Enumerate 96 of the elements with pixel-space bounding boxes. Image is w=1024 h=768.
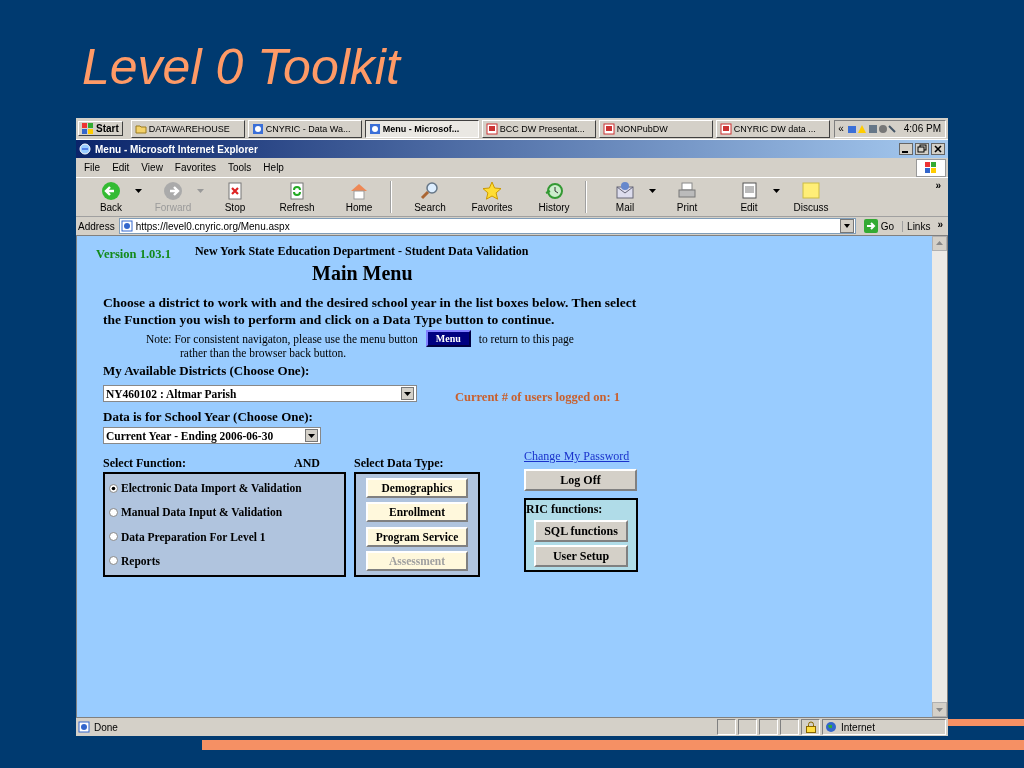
page-header: New York State Education Department - Student Data Validation <box>194 244 529 259</box>
field-label: Data is for School Year (Choose One): <box>103 409 314 425</box>
radio-option[interactable]: Data Preparation For Level 1 <box>109 530 340 543</box>
toolbar-button[interactable]: Refresh <box>266 181 328 213</box>
restore-icon[interactable] <box>915 143 929 155</box>
page-icon <box>120 220 133 232</box>
menu-item[interactable]: Edit <box>106 162 136 173</box>
dropdown-arrow-icon[interactable] <box>773 189 780 193</box>
toolbar-button[interactable]: Mail <box>594 181 656 213</box>
slides-icon <box>602 122 615 135</box>
toolbar-button[interactable]: Back <box>80 181 142 213</box>
more-button[interactable]: » <box>934 219 946 230</box>
taskbar-button[interactable]: CNYRIC - Data Wa... <box>247 119 362 138</box>
globe-icon <box>825 721 837 733</box>
toolbar-button[interactable]: Stop <box>204 181 266 213</box>
taskbar-button[interactable]: DATAWAREHOUSE <box>130 119 245 138</box>
dropdown-field[interactable]: NY460102 : Altmar Parish <box>103 385 417 402</box>
instructions: Choose a district to work with and the desired school year in the list boxes below. Then select the Function you wish to perform and click on a Data Type button to continue. <box>103 294 638 328</box>
document-icon <box>739 181 759 201</box>
section-label: Select Data Type: <box>354 456 445 470</box>
taskbar-button[interactable]: BCC DW Presentat... <box>481 119 596 138</box>
links-button[interactable]: Links <box>902 220 931 232</box>
slides-icon <box>485 122 498 135</box>
radio-option[interactable]: Manual Data Input & Validation <box>109 506 340 519</box>
section-label: Select Function: <box>103 456 186 470</box>
note-text: Note: For consistent navigaton, please use the menu button <box>146 332 418 345</box>
ric-button[interactable]: User Setup <box>534 545 628 567</box>
radio-button[interactable] <box>109 556 118 566</box>
taskbar-button[interactable]: NONPubDW <box>598 119 713 138</box>
radio-option[interactable]: Electronic Data Import & Validation <box>109 482 340 495</box>
start-button[interactable]: Start <box>78 121 123 136</box>
note-text: rather than the browser back button. <box>180 347 348 359</box>
radio-option[interactable]: Reports <box>109 554 340 567</box>
clock: 4:06 PM <box>903 123 941 134</box>
toolbar-button[interactable]: Edit <box>718 181 780 213</box>
windows-logo-icon <box>82 123 94 134</box>
taskbar-button[interactable]: Menu - Microsof... <box>364 119 479 138</box>
browser-icon <box>368 122 381 135</box>
menu-item[interactable]: Help <box>257 162 290 173</box>
home-icon <box>349 181 369 201</box>
radio-button[interactable] <box>109 532 118 542</box>
section-label: RIC functions: <box>526 502 603 517</box>
search-icon <box>420 181 440 201</box>
data-type-button[interactable]: Enrollment <box>366 502 468 523</box>
printer-icon <box>677 181 697 201</box>
tray-expand-button[interactable]: « <box>838 123 844 134</box>
refresh-icon <box>287 181 307 201</box>
folder-icon <box>134 122 147 135</box>
browser-icon <box>251 122 264 135</box>
menu-item[interactable]: View <box>135 162 169 173</box>
note-icon <box>801 181 821 201</box>
menu-item[interactable]: File <box>78 162 107 173</box>
stop-icon <box>225 181 245 201</box>
status-text: Done <box>94 721 118 733</box>
field-label: My Available Districts (Choose One): <box>103 363 311 379</box>
toolbar-button[interactable]: Search <box>399 181 461 213</box>
toolbar-button[interactable]: Favorites <box>461 181 523 213</box>
menu-item[interactable]: Tools <box>222 162 258 173</box>
ric-button[interactable]: SQL functions <box>534 520 628 542</box>
menu-item[interactable]: Favorites <box>168 162 222 173</box>
page-icon <box>78 721 90 733</box>
zone-label: Internet <box>841 721 875 733</box>
address-field[interactable]: https://level0.cnyric.org/Menu.aspx <box>118 218 856 234</box>
and-label: AND <box>294 456 320 470</box>
toolbar-button[interactable]: Home <box>328 181 391 213</box>
browser-icon <box>79 143 91 155</box>
data-type-button[interactable]: Program Service <box>366 526 468 547</box>
radio-button[interactable] <box>109 483 118 493</box>
radio-button[interactable] <box>109 507 118 517</box>
star-icon <box>482 181 502 201</box>
dropdown-arrow-icon[interactable] <box>135 189 142 193</box>
toolbar-button[interactable]: Discuss <box>780 181 842 213</box>
window-title: Menu - Microsoft Internet Explorer <box>95 143 258 155</box>
version-label: Version 1.03.1 <box>96 247 171 262</box>
minimize-icon[interactable] <box>899 143 913 155</box>
toolbar-button[interactable]: Print <box>656 181 718 213</box>
slides-icon <box>719 122 732 135</box>
taskbar-button[interactable]: CNYRIC DW data ... <box>715 119 830 138</box>
page-heading: Main Menu <box>312 262 414 285</box>
toolbar-button[interactable]: History <box>523 181 586 213</box>
dropdown-arrow-icon[interactable] <box>649 189 656 193</box>
change-password-link[interactable]: Change My Password <box>524 449 638 464</box>
slide-title: Level 0 Toolkit <box>82 38 400 96</box>
note-text: to return to this page <box>478 332 574 345</box>
address-label: Address <box>78 220 115 232</box>
menu-button[interactable]: Menu <box>425 330 471 347</box>
more-button[interactable]: » <box>932 180 944 191</box>
dropdown-field[interactable]: Current Year - Ending 2006-06-30 <box>103 427 321 444</box>
log-off-button[interactable]: Log Off <box>524 469 637 491</box>
go-arrow-icon <box>863 219 878 233</box>
envelope-icon <box>615 181 635 201</box>
go-button[interactable]: Go <box>859 219 899 233</box>
close-icon[interactable] <box>931 143 945 155</box>
data-type-button[interactable]: Demographics <box>366 478 468 499</box>
users-count: Current # of users logged on: 1 <box>455 390 621 405</box>
tray-icons-drawing <box>846 122 897 135</box>
